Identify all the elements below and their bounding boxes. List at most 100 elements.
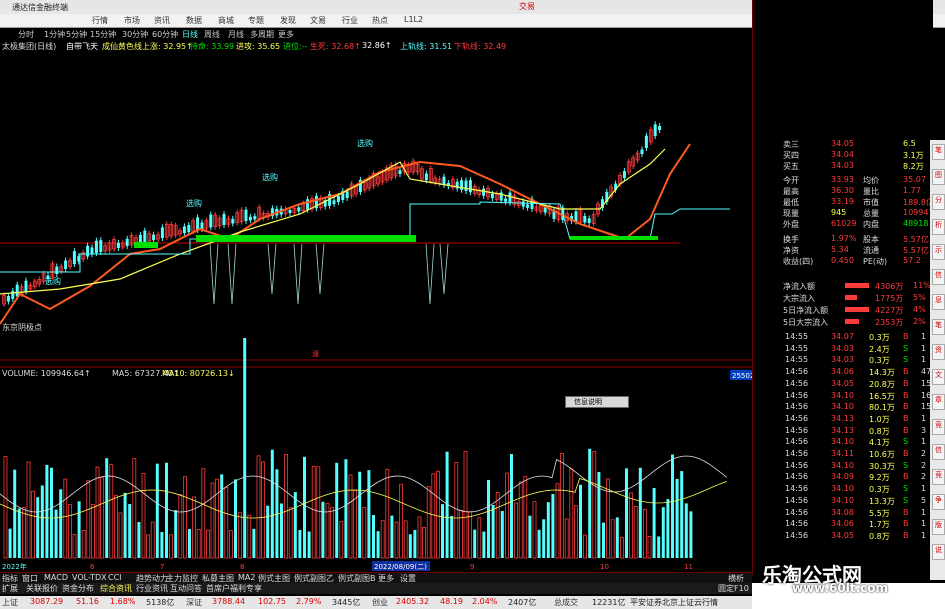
info-tab[interactable]: 首席户福利专享 [206, 583, 262, 594]
trade-button[interactable]: 交易 [519, 1, 535, 12]
side-tab[interactable]: 信 [932, 269, 945, 285]
info-popup[interactable]: 信息说明 [565, 396, 629, 408]
period-tab[interactable]: 周线 [204, 29, 220, 40]
stat-value: 33.93 [831, 175, 854, 184]
spike-line [425, 243, 435, 305]
menu-item[interactable]: 资讯 [154, 15, 170, 26]
indicator-name[interactable]: 自带飞天 [66, 41, 98, 52]
menu-item[interactable]: 发现 [280, 15, 296, 26]
tick-volume: 2.4万 [869, 344, 890, 354]
tick-time: 14:55 [785, 343, 809, 353]
volume-bar [316, 466, 321, 559]
tick-time: 14:56 [785, 519, 809, 529]
side-tab[interactable]: 竞 [932, 419, 945, 435]
candle-body [196, 217, 200, 230]
volume-bar [247, 514, 252, 559]
tick-price: 34.05 [831, 378, 854, 388]
info-tab[interactable]: 互动问答 [170, 583, 202, 594]
side-tab[interactable]: 版 [932, 519, 945, 535]
stat-row: 外盘 61029 内盘 48918 [753, 218, 933, 230]
f10-tab[interactable]: 圆定F10 [718, 583, 749, 594]
period-tab[interactable]: 5分钟 [66, 29, 87, 40]
tick-time: 14:56 [785, 390, 809, 400]
stat-value: 57.2 [903, 256, 921, 265]
side-tab[interactable]: 文 [932, 369, 945, 385]
period-tab[interactable]: 60分钟 [152, 29, 178, 40]
volume-bar [477, 517, 482, 559]
period-tab[interactable]: 1分钟 [44, 29, 65, 40]
flow-row[interactable]: 5日大宗流入 2353万 2% [753, 316, 933, 328]
period-tab[interactable]: 更多 [278, 29, 294, 40]
period-tab[interactable]: 15分钟 [90, 29, 116, 40]
flow-row[interactable]: 净流入额 4306万 11% [753, 280, 933, 292]
tick-time: 14:56 [785, 413, 809, 423]
volume-bar [256, 455, 261, 559]
news-ticker[interactable]: 平安证券北京上证云行情 [630, 597, 718, 608]
period-tab[interactable]: 30分钟 [122, 29, 148, 40]
info-tab[interactable]: 资金分布 [62, 583, 94, 594]
tick-volume: 0.3万 [869, 485, 890, 495]
ask-price: 34.04 [831, 150, 854, 159]
info-tab[interactable]: 关联报价 [26, 583, 58, 594]
side-tab[interactable]: 笔 [932, 319, 945, 335]
indicator-tab[interactable]: MACD [44, 573, 68, 582]
menu-item[interactable]: 行情 [92, 15, 108, 26]
indicator-tab[interactable]: MA2 [238, 573, 255, 582]
menu-item[interactable]: 专题 [248, 15, 264, 26]
period-tab[interactable]: 月线 [228, 29, 244, 40]
volume-ma5-line [0, 455, 728, 513]
stat-value: 945 [831, 208, 847, 217]
volume-bar [680, 471, 684, 558]
side-tab[interactable]: 析 [932, 219, 945, 235]
date-marker: 2022/08/09(二) [374, 563, 427, 571]
volume-bar [555, 483, 560, 559]
tick-volume: 14.3万 [869, 368, 895, 378]
side-tab[interactable]: 争 [932, 494, 945, 510]
side-tab[interactable]: 息 [932, 294, 945, 310]
side-tab[interactable]: 章 [932, 394, 945, 410]
volume-bar [201, 468, 206, 559]
menu-item[interactable]: L1L2 [404, 15, 423, 24]
side-tab[interactable]: 信 [932, 444, 945, 460]
period-tab[interactable]: 日线 [182, 29, 198, 40]
stat-value: 48918 [903, 219, 929, 228]
volume-bar [59, 489, 63, 558]
volume-bar [270, 449, 274, 558]
stat-label: 内盘 [863, 220, 879, 229]
kline-chart[interactable]: 选购选购选购选购东京阴极点涨VOLUME: 109946.64↑ MA5: 673… [0, 54, 752, 574]
volume-bar [560, 453, 564, 559]
flow-row[interactable]: 5日净流入额 4227万 4% [753, 304, 933, 316]
side-tab[interactable]: 笔 [932, 144, 945, 160]
tick-volume: 9.2万 [869, 473, 890, 483]
candle-body [116, 242, 120, 248]
indicator-tab[interactable]: CCI [108, 573, 122, 582]
flow-row[interactable]: 大宗流入 1775万 5% [753, 292, 933, 304]
tick-volume: 4.1万 [869, 438, 890, 448]
side-tab[interactable]: 分 [932, 194, 945, 210]
spike-line [227, 243, 237, 305]
menu-item[interactable]: 文易 [310, 15, 326, 26]
info-tab[interactable]: 综合资讯 [100, 583, 132, 594]
info-tab[interactable]: 扩展 [2, 583, 18, 594]
menu-item[interactable]: 商城 [218, 15, 234, 26]
side-tab[interactable]: 竞 [932, 469, 945, 485]
info-tab[interactable]: 行业资讯 [136, 583, 168, 594]
menu-item[interactable]: 市场 [124, 15, 140, 26]
side-tab[interactable]: 示 [932, 244, 945, 260]
menu-item[interactable]: 热点 [372, 15, 388, 26]
period-tab[interactable]: 多周期 [250, 29, 274, 40]
period-tab[interactable]: 分时 [18, 29, 34, 40]
ask-price: 34.03 [831, 161, 854, 170]
menu-item[interactable]: 行业 [342, 15, 358, 26]
tick-volume: 1.0万 [869, 414, 890, 424]
volume-bar [311, 465, 316, 559]
tick-price: 34.10 [831, 460, 854, 470]
indicator-tab[interactable]: VOL-TDX [72, 573, 107, 582]
side-tab[interactable]: 资 [932, 344, 945, 360]
tick-price: 34.10 [831, 402, 854, 412]
side-tab[interactable]: 说 [932, 544, 945, 560]
menu-item[interactable]: 数据 [186, 15, 202, 26]
volume-bar [495, 492, 500, 559]
side-tab[interactable]: 图 [932, 169, 945, 185]
period-toolbar: 分时 1分钟 5分钟 15分钟 30分钟 60分钟 日线 周线 月线 多周期 更多 [0, 28, 540, 40]
